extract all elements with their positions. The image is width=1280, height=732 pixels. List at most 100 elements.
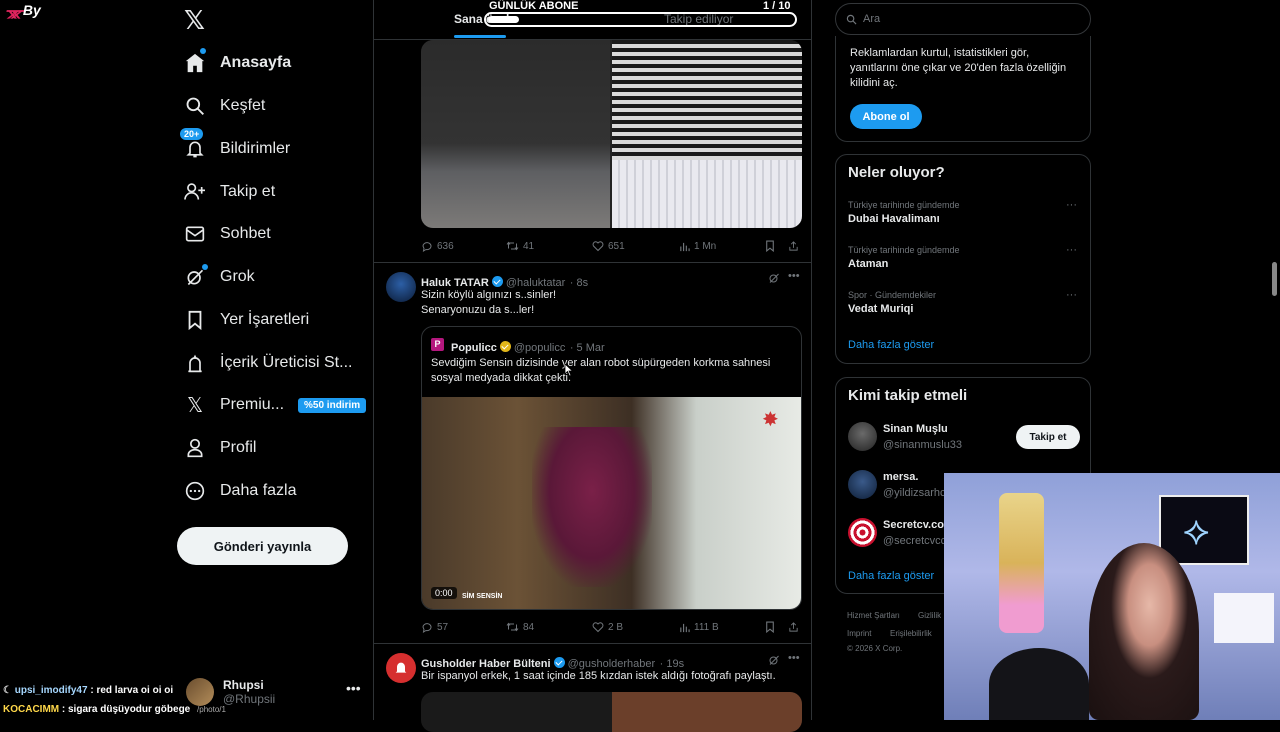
subscribe-button[interactable]: Abone ol (850, 104, 922, 129)
suggested-user-handle[interactable]: @sinanmuslu33 (883, 439, 962, 451)
quote-author-handle: @populicc (513, 342, 566, 354)
sidebar-item-premium[interactable]: 𝕏 Premiu... %50 indirim (182, 385, 367, 425)
search-icon (846, 14, 857, 24)
like-button[interactable]: 651 (592, 240, 625, 252)
sidebar-item-grok[interactable]: Grok (182, 257, 255, 297)
sidebar-item-chat[interactable]: Sohbet (182, 214, 271, 254)
avatar[interactable] (848, 470, 877, 499)
chat-text: : red larva oi oi oi (90, 685, 174, 696)
suggested-user-handle[interactable]: @yildizsarhc (883, 487, 946, 499)
tweet-text: Senaryonuzu da s...ler! (421, 304, 535, 316)
quote-author-name: Populicc (451, 342, 497, 354)
sidebar-item-explore[interactable]: Keşfet (182, 86, 265, 126)
reply-button[interactable]: 636 (421, 240, 454, 252)
scrollbar-thumb[interactable] (1272, 262, 1277, 296)
butterfly-poster: ⟡ (1159, 495, 1249, 565)
tweet-media[interactable] (421, 40, 802, 228)
home-icon (182, 48, 208, 76)
suggested-user-name[interactable]: Secretcv.co (883, 519, 944, 531)
mail-icon (182, 221, 208, 247)
divider (374, 643, 811, 644)
bookmark-icon[interactable] (765, 621, 775, 633)
sidebar-item-home[interactable]: Anasayfa (182, 43, 291, 83)
suggested-user-handle[interactable]: @secretcvcc (883, 535, 946, 547)
views-button[interactable]: 1 Mn (679, 241, 716, 252)
bookmark-icon (182, 307, 208, 333)
butterfly-icon: ⟡ (1183, 509, 1210, 553)
media-photo[interactable] (612, 692, 802, 732)
trend-name[interactable]: Vedat Muriqi (848, 303, 913, 315)
quote-header: Populicc @populicc · 5 Mar (451, 338, 605, 356)
footer-accessibility-link[interactable]: Erişilebilirlik (890, 629, 932, 638)
sub-goal-progress-fill (488, 16, 519, 23)
mouse-cursor-icon (564, 363, 574, 377)
retweet-button[interactable]: 41 (506, 240, 534, 252)
status-url: /photo/1 (197, 705, 226, 714)
reply-button[interactable]: 57 (421, 621, 448, 633)
more-dots-icon[interactable]: ··· (1066, 244, 1077, 256)
sidebar-item-label: Keşfet (220, 97, 266, 114)
sidebar-item-follow[interactable]: Takip et (182, 172, 275, 212)
sidebar-item-label: Takip et (220, 183, 276, 200)
sidebar-item-label: Daha fazla (220, 482, 297, 499)
footer-privacy-link[interactable]: Gizlilik (918, 611, 941, 620)
trends-card: Neler oluyor? Türkiye tarihinde gündemde… (835, 154, 1091, 364)
search-input[interactable]: Ara (835, 3, 1091, 35)
media-photo[interactable] (421, 40, 610, 228)
share-icon[interactable] (788, 621, 799, 633)
profile-icon (182, 435, 208, 461)
avatar[interactable] (848, 422, 877, 451)
trend-name[interactable]: Dubai Havalimanı (848, 213, 940, 225)
sidebar-item-label: İçerik Üreticisi St... (220, 354, 353, 371)
x-logo-icon[interactable]: 𝕏 (184, 8, 210, 34)
avatar[interactable] (386, 653, 416, 683)
more-dots-icon[interactable]: ••• (346, 680, 361, 696)
quote-text: sosyal medyada dikkat çekti. (431, 372, 572, 384)
trends-title: Neler oluyor? (848, 164, 945, 181)
post-button[interactable]: Gönderi yayınla (177, 527, 348, 565)
active-tab-indicator (454, 35, 506, 38)
sidebar-item-more[interactable]: Daha fazla (182, 471, 297, 511)
retweet-button[interactable]: 84 (506, 621, 534, 633)
tweet-media[interactable] (421, 692, 802, 732)
quote-video[interactable]: ✸ 0:00 SİM SENSİN (422, 397, 801, 609)
trends-show-more-link[interactable]: Daha fazla göster (848, 339, 934, 351)
avatar[interactable] (848, 518, 877, 547)
sidebar-item-label: Anasayfa (220, 54, 292, 71)
verified-badge-icon (491, 276, 503, 287)
trend-name[interactable]: Ataman (848, 258, 888, 270)
chat-message: ☾ upsi_imodify47 : red larva oi oi oi (3, 685, 174, 696)
grok-icon[interactable] (768, 654, 780, 666)
more-dots-icon[interactable]: ••• (788, 270, 800, 282)
chat-user: KOCACIMM (3, 704, 60, 715)
trend-category: Türkiye tarihinde gündemde (848, 245, 960, 255)
search-placeholder: Ara (863, 13, 881, 25)
streamer-person (1089, 543, 1199, 720)
verified-badge-icon (553, 657, 565, 668)
suggested-user-name[interactable]: mersa. (883, 471, 918, 483)
follow-button[interactable]: Takip et (1016, 425, 1080, 449)
video-caption: SİM SENSİN (462, 593, 503, 600)
share-icon[interactable] (788, 240, 799, 252)
sidebar-item-creator-studio[interactable]: İçerik Üreticisi St... (182, 343, 352, 383)
quoted-tweet[interactable]: P Populicc @populicc · 5 Mar Sevdiğim Sen… (421, 326, 802, 610)
tweet-time[interactable]: · 8s (570, 277, 588, 289)
more-dots-icon[interactable]: ··· (1066, 289, 1077, 301)
account-name: Rhupsi (223, 678, 264, 692)
account-handle: @Rhupsii (223, 692, 276, 706)
trend-category: Türkiye tarihinde gündemde (848, 200, 960, 210)
avatar[interactable] (386, 272, 416, 302)
sidebar-item-notifications[interactable]: 20+ Bildirimler (180, 128, 290, 169)
sidebar-item-profile[interactable]: Profil (182, 428, 256, 468)
bookmark-icon[interactable] (765, 240, 775, 252)
views-button[interactable]: 111 B (679, 622, 719, 633)
more-dots-icon[interactable]: ··· (1066, 199, 1077, 211)
who-to-follow-show-more-link[interactable]: Daha fazla göster (848, 570, 934, 582)
more-dots-icon[interactable]: ••• (788, 652, 800, 664)
grok-icon[interactable] (768, 272, 780, 284)
sidebar-item-bookmarks[interactable]: Yer İşaretleri (182, 300, 309, 340)
suggested-user-name[interactable]: Sinan Muşlu (883, 423, 948, 435)
footer-terms-link[interactable]: Hizmet Şartları (847, 611, 900, 620)
footer-imprint-link[interactable]: Imprint (847, 629, 871, 638)
like-button[interactable]: 2 B (592, 621, 623, 633)
